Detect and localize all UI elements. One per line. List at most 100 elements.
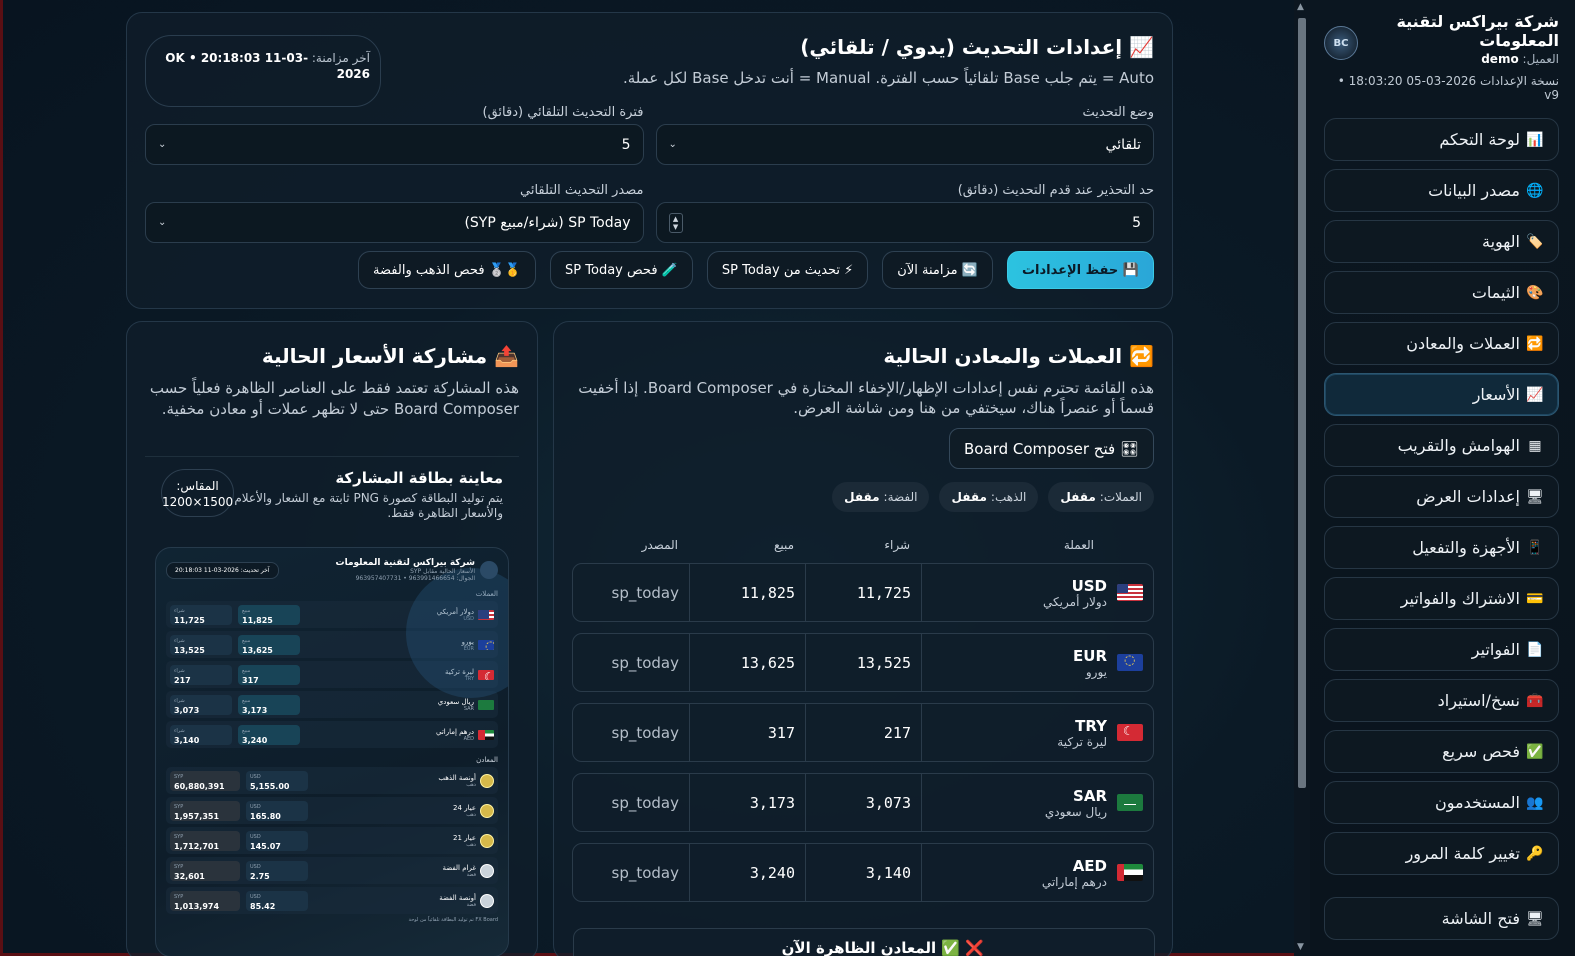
sidebar-item-invoices[interactable]: 📄 الفواتير — [1324, 628, 1559, 671]
sidebar-item-identity[interactable]: 🏷️ الهوية — [1324, 220, 1559, 263]
status-badge: الذهب: مقفل — [939, 482, 1039, 512]
sidebar-item-label: المستخدمون — [1435, 793, 1520, 812]
sell-price[interactable]: 11,825 — [689, 564, 805, 621]
key-icon: 🔑 — [1526, 845, 1544, 862]
sell-price[interactable]: 3,240 — [689, 844, 805, 901]
sidebar-item-dashboard[interactable]: 📊 لوحة التحكم — [1324, 118, 1559, 161]
chip-label: العملات: — [1099, 490, 1142, 504]
sidebar-item-display-settings[interactable]: 🖥 إعدادات العرض — [1324, 475, 1559, 518]
sidebar-item-label: الفواتير — [1471, 640, 1520, 659]
sidebar-item-label: مصدر البيانات — [1428, 181, 1520, 200]
check-sp-today-button[interactable]: 🧪 فحص SP Today — [550, 251, 693, 289]
list-item: درهم إماراتي AED شراء 3,140 مبيع 3,240 — [166, 721, 498, 748]
globe-icon: 🌐 — [1526, 182, 1544, 199]
buy-price[interactable]: 13,525 — [805, 634, 921, 691]
buy-price[interactable]: 3,073 — [805, 774, 921, 831]
sidebar-item-label: فتح الشاشة — [1441, 909, 1520, 928]
sidebar-scrollbar[interactable]: ▲ ▼ — [1294, 0, 1310, 956]
thumb-usd: 2.75 — [250, 871, 270, 881]
scroll-down-icon[interactable]: ▼ — [1297, 942, 1304, 952]
thumb-buy: 11,725 — [174, 615, 205, 625]
sidebar-item-users[interactable]: 👥 المستخدمون — [1324, 781, 1559, 824]
column-header-source: المصدر — [641, 538, 678, 552]
ae-flag-icon — [478, 729, 494, 740]
stale-warning-label: حد التحذير عند قدم التحديث (دقائق) — [957, 183, 1154, 198]
thumb-syp-label: SYP — [174, 863, 184, 870]
sell-price[interactable]: 317 — [689, 704, 805, 761]
update-source-field: مصدر التحديث التلقائي SP Today (شراء/مبي… — [145, 183, 644, 243]
number-spinner-icon[interactable]: ▲ ▼ — [668, 212, 683, 233]
client-info: العميل: demo — [1366, 52, 1559, 66]
company-logo-icon: BC — [1324, 26, 1358, 60]
save-settings-button[interactable]: 💾 حفظ الإعدادات — [1006, 251, 1154, 289]
company-name: شركة بيراكس لتقنية المعلومات — [1396, 12, 1559, 50]
visible-metals-section: ❌ ✅ المعادن الظاهرة الآن — [573, 928, 1155, 956]
current-currencies-card: 🔁 العملات والمعادن الحالية هذه القائمة ت… — [553, 321, 1173, 956]
chip-label: الفضة: — [883, 490, 918, 504]
update-from-sp-today-button[interactable]: ⚡ تحديث من SP Today — [706, 251, 869, 289]
sidebar-item-prices[interactable]: 📈 الأسعار — [1324, 373, 1559, 416]
update-mode-select[interactable]: تلقائي ⌄ — [655, 124, 1154, 165]
thumb-metal-sub: ذهب — [466, 781, 476, 788]
buy-price[interactable]: 11,725 — [805, 564, 921, 621]
update-interval-label: فترة التحديث التلقائي (دقائق) — [482, 105, 644, 120]
sidebar-item-devices-activation[interactable]: 📱 الأجهزة والتفعيل — [1324, 526, 1559, 569]
sidebar-item-label: الأجهزة والتفعيل — [1412, 538, 1520, 557]
sidebar-item-change-password[interactable]: 🔑 تغيير كلمة المرور — [1324, 832, 1559, 875]
sidebar-item-margins-rounding[interactable]: ▦ الهوامش والتقريب — [1324, 424, 1559, 467]
thumb-cur-name: ريال سعودي — [437, 697, 474, 706]
sidebar-item-subscription-billing[interactable]: 💳 الاشتراك والفواتير — [1324, 577, 1559, 620]
chip-value: مقفل — [844, 490, 880, 504]
chip-value: مقفل — [1060, 490, 1096, 504]
sidebar-item-label: إعدادات العرض — [1416, 487, 1520, 506]
status-badge: الفضة: مقفل — [832, 482, 930, 512]
stale-warning-value: 5 — [1132, 214, 1141, 231]
thumb-syp-label: SYP — [174, 833, 184, 840]
update-interval-select[interactable]: 5 ⌄ — [145, 124, 644, 165]
thumb-brand-sub: الأسعار الحالية مقابل SYP — [410, 568, 475, 575]
price-source: sp_today — [611, 653, 680, 672]
list-item: غرام الفضة فضة SYP 32,601 USD 2.75 — [166, 857, 498, 884]
sidebar-item-currencies-metals[interactable]: 🔁 العملات والمعادن — [1324, 322, 1559, 365]
sync-now-button[interactable]: 🔄 مزامنة الآن — [882, 251, 993, 289]
scrollbar-thumb[interactable] — [1298, 18, 1306, 788]
tr-flag-icon — [478, 669, 494, 680]
sidebar-nav: 📊 لوحة التحكم 🌐 مصدر البيانات 🏷️ الهوية 🎨 ال… — [1324, 118, 1559, 940]
phone-icon: 📱 — [1526, 539, 1544, 556]
scroll-up-icon[interactable]: ▲ — [1297, 2, 1304, 12]
thumb-buy: 217 — [174, 675, 191, 685]
gold-coin-icon — [480, 773, 494, 788]
ae-flag-icon — [1117, 864, 1143, 881]
eu-flag-icon — [478, 639, 494, 650]
currency-code: SAR — [1073, 786, 1107, 805]
stale-warning-input[interactable]: 5 ▲ ▼ — [655, 202, 1154, 243]
sell-price[interactable]: 13,625 — [689, 634, 805, 691]
buy-price[interactable]: 3,140 — [805, 844, 921, 901]
check-gold-silver-button[interactable]: 🥇🥈 فحص الذهب والفضة — [358, 251, 537, 289]
preview-subtitle: يتم توليد البطاقة كصورة PNG ثابتة مع الش… — [234, 491, 503, 520]
thumb-sell: 3,173 — [242, 705, 268, 715]
list-item: عيار 24 ذهب SYP 1,957,351 USD 165.80 — [166, 797, 498, 824]
sidebar-item-label: الهوية — [1482, 232, 1520, 251]
buy-price[interactable]: 217 — [805, 704, 921, 761]
sidebar-item-data-source[interactable]: 🌐 مصدر البيانات — [1324, 169, 1559, 212]
update-source-value: SP Today (شراء/مبيع SYP) — [464, 214, 631, 231]
share-prices-card: 📤 مشاركة الأسعار الحالية هذه المشاركة تع… — [126, 321, 538, 956]
sell-price[interactable]: 3,173 — [689, 774, 805, 831]
sidebar-item-quick-check[interactable]: ✅ فحص سريع — [1324, 730, 1559, 773]
open-board-composer-button[interactable]: 🎛 فتح Board Composer — [949, 428, 1154, 469]
sidebar-item-label: العملات والمعادن — [1406, 334, 1520, 353]
sidebar-item-backup-import[interactable]: 🧰 نسخ/استيراد — [1324, 679, 1559, 722]
sidebar-item-open-screen[interactable]: 🖥 فتح الشاشة — [1324, 897, 1559, 940]
thumb-metal-sub: ذهب — [466, 811, 476, 818]
share-image-thumbnail[interactable]: شركة بيراكس لتقنية المعلومات الأسعار الح… — [155, 547, 509, 956]
silver-coin-icon — [480, 863, 494, 878]
price-source: sp_today — [611, 863, 680, 882]
sidebar-item-themes[interactable]: 🎨 الثيمات — [1324, 271, 1559, 314]
size-badge: المقاس: 1500×1200 — [161, 469, 235, 517]
last-sync-label: آخر مزامنة: — [311, 51, 370, 65]
thumb-usd-label: USD — [250, 773, 261, 780]
thumb-usd: 85.42 — [250, 901, 276, 911]
update-source-select[interactable]: SP Today (شراء/مبيع SYP) ⌄ — [145, 202, 644, 243]
thumb-syp: 60,880,391 — [174, 781, 225, 791]
